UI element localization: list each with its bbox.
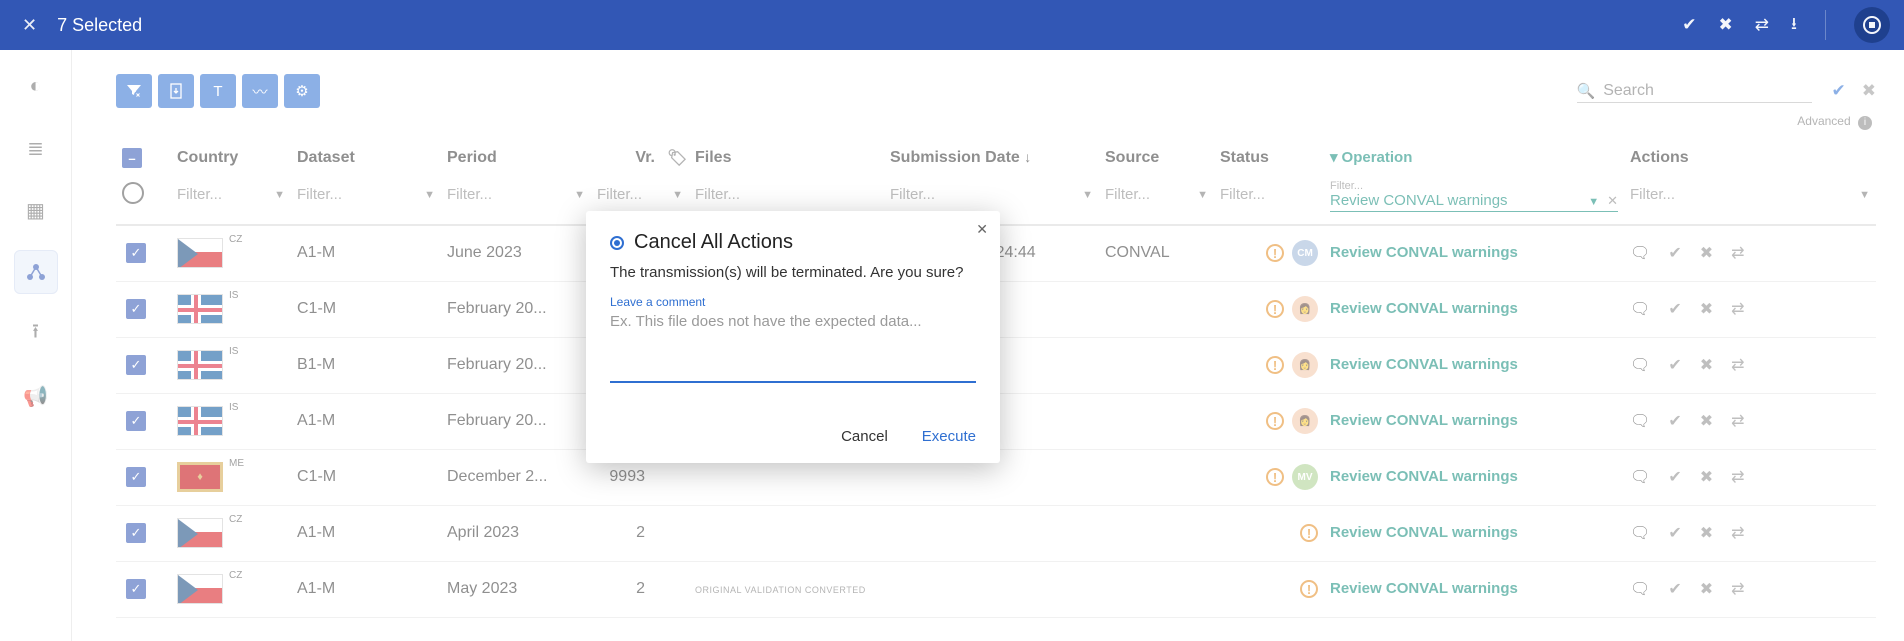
- download-icon[interactable]: ⭳: [1791, 11, 1797, 40]
- dialog-radio-icon: [610, 236, 624, 250]
- approve-icon[interactable]: ✔: [1682, 15, 1696, 35]
- dialog-title: Cancel All Actions: [634, 231, 793, 254]
- topbar-actions: ✔ ✖ ⇄ ⭳: [1682, 0, 1890, 50]
- cancel-all-actions-dialog: ✕ Cancel All Actions The transmission(s)…: [586, 211, 1000, 463]
- close-selection-icon[interactable]: ✕: [14, 15, 45, 36]
- dialog-comment-input[interactable]: [610, 313, 976, 383]
- topbar-separator: [1825, 10, 1826, 40]
- dialog-close-icon[interactable]: ✕: [976, 221, 988, 238]
- dialog-message: The transmission(s) will be terminated. …: [610, 264, 976, 281]
- dialog-cancel-button[interactable]: Cancel: [841, 428, 888, 445]
- reassign-icon[interactable]: ⇄: [1755, 15, 1769, 35]
- selection-count-label: 7 Selected: [57, 15, 142, 36]
- selection-top-bar: ✕ 7 Selected ✔ ✖ ⇄ ⭳: [0, 0, 1904, 50]
- dialog-comment-label: Leave a comment: [610, 295, 976, 309]
- dialog-execute-button[interactable]: Execute: [922, 428, 976, 445]
- reject-icon[interactable]: ✖: [1719, 15, 1733, 35]
- stop-all-button[interactable]: [1854, 7, 1890, 43]
